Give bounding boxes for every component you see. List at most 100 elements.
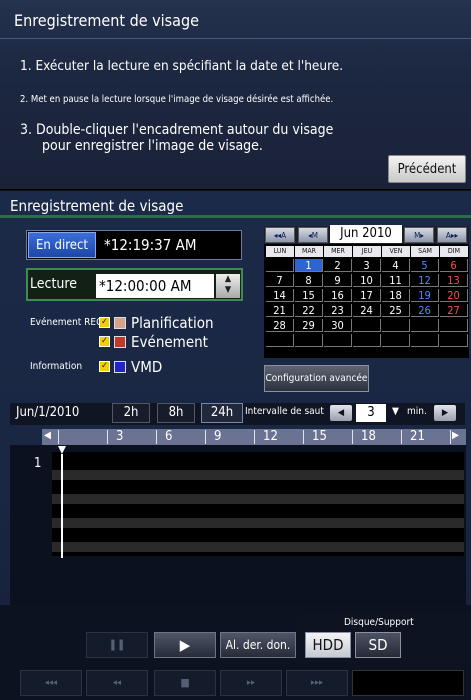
calendar-day[interactable]: 27 bbox=[440, 304, 468, 317]
calendar-day[interactable]: 9 bbox=[324, 274, 352, 287]
hour-tick-label: 6 bbox=[165, 429, 173, 444]
calendar-day[interactable]: 21 bbox=[266, 304, 294, 317]
instructions-title: Enregistrement de visage bbox=[14, 11, 199, 30]
calendar-day bbox=[440, 319, 468, 332]
next-year-button[interactable]: A▸▸ bbox=[437, 227, 467, 243]
spin-down-icon[interactable]: ▼ bbox=[216, 285, 240, 296]
status-display bbox=[352, 670, 464, 696]
playback-time-input[interactable]: *12:00:00 AM bbox=[96, 274, 214, 298]
instruction-step-3: 3. Double-cliquer l'encadrement autour d… bbox=[20, 122, 334, 138]
calendar-day[interactable]: 22 bbox=[295, 304, 323, 317]
calendar-day[interactable]: 29 bbox=[295, 319, 323, 332]
time-spinner[interactable]: ▲ ▼ bbox=[216, 274, 240, 298]
prev-year-button[interactable]: ◂◂A bbox=[265, 227, 295, 243]
scroll-right-icon[interactable]: ▶ bbox=[452, 430, 459, 441]
hour-tick-label: 21 bbox=[410, 429, 425, 444]
previous-button[interactable]: Précédent bbox=[388, 155, 466, 183]
advanced-settings-button[interactable]: Configuration avancée bbox=[264, 365, 369, 392]
hour-tick-label: 12 bbox=[263, 429, 278, 444]
calendar-day[interactable]: 24 bbox=[353, 304, 381, 317]
calendar-day[interactable]: 6 bbox=[440, 259, 468, 272]
last-data-button[interactable]: Al. der. don. bbox=[220, 632, 296, 658]
hdd-button[interactable]: HDD bbox=[305, 632, 351, 658]
spin-up-icon[interactable]: ▲ bbox=[216, 274, 240, 285]
information-label: Information bbox=[30, 361, 83, 372]
planification-label: Planification bbox=[131, 314, 214, 332]
calendar-day[interactable]: 25 bbox=[382, 304, 410, 317]
calendar-day[interactable]: 10 bbox=[353, 274, 381, 287]
jump-increase-button[interactable]: ▶ bbox=[434, 405, 456, 421]
calendar-day[interactable]: 26 bbox=[411, 304, 439, 317]
instruction-step-2: 2. Met en pause la lecture lorsque l'ima… bbox=[20, 94, 334, 105]
calendar-day[interactable]: 12 bbox=[411, 274, 439, 287]
range-2h-button[interactable]: 2h bbox=[112, 403, 150, 423]
planification-checkbox[interactable]: ✓ bbox=[99, 317, 110, 328]
hour-tick-label: 3 bbox=[116, 429, 124, 444]
calendar-day[interactable]: 1 bbox=[295, 259, 323, 272]
hour-tick-mark bbox=[352, 430, 353, 444]
skip-back-button[interactable]: ◂◂◂ bbox=[20, 670, 82, 696]
hour-tick-mark bbox=[254, 430, 255, 444]
calendar-day[interactable]: 17 bbox=[353, 289, 381, 302]
day-header: LUN bbox=[266, 246, 294, 257]
calendar-day[interactable]: 15 bbox=[295, 289, 323, 302]
jump-decrease-button[interactable]: ◀ bbox=[330, 405, 352, 421]
rewind-button[interactable]: ◂◂ bbox=[86, 670, 148, 696]
calendar-day[interactable]: 8 bbox=[295, 274, 323, 287]
jump-interval-label: Intervalle de saut bbox=[245, 406, 324, 417]
calendar-day[interactable]: 16 bbox=[324, 289, 352, 302]
calendar-day bbox=[411, 319, 439, 332]
stop-button[interactable]: ■ bbox=[154, 670, 216, 696]
calendar-day bbox=[266, 259, 294, 272]
calendar-day[interactable]: 18 bbox=[382, 289, 410, 302]
calendar-day[interactable]: 2 bbox=[324, 259, 352, 272]
calendar-day[interactable]: 5 bbox=[411, 259, 439, 272]
play-button[interactable]: ▶ bbox=[154, 632, 216, 658]
calendar-day[interactable]: 28 bbox=[266, 319, 294, 332]
prev-month-button[interactable]: ◂M bbox=[298, 227, 328, 243]
calendar-day[interactable]: 7 bbox=[266, 274, 294, 287]
jump-dropdown-icon[interactable]: ▼ bbox=[392, 406, 399, 417]
disk-label: Disque/Support bbox=[344, 617, 414, 628]
calendar-day[interactable]: 23 bbox=[324, 304, 352, 317]
evenement-label: Evénement bbox=[131, 333, 208, 351]
calendar-day bbox=[353, 319, 381, 332]
timeline-row bbox=[52, 542, 464, 552]
sd-button[interactable]: SD bbox=[355, 632, 401, 658]
hour-tick-label: 18 bbox=[361, 429, 376, 444]
calendar-day bbox=[295, 334, 323, 347]
vmd-checkbox[interactable]: ✓ bbox=[99, 361, 110, 372]
timeline-date: Jun/1/2010 bbox=[16, 405, 80, 420]
calendar-day[interactable]: 3 bbox=[353, 259, 381, 272]
evenement-checkbox[interactable]: ✓ bbox=[99, 336, 110, 347]
calendar-day bbox=[411, 334, 439, 347]
timeline-grid[interactable] bbox=[52, 452, 464, 556]
evenement-color-swatch bbox=[114, 336, 126, 348]
next-month-button[interactable]: M▸ bbox=[404, 227, 434, 243]
skip-forward-button[interactable]: ▸▸▸ bbox=[286, 670, 348, 696]
calendar-day[interactable]: 13 bbox=[440, 274, 468, 287]
channel-number: 1 bbox=[34, 456, 42, 471]
range-8h-button[interactable]: 8h bbox=[157, 403, 195, 423]
jump-interval-value[interactable]: 3 bbox=[356, 404, 386, 422]
hour-tick-mark bbox=[58, 430, 59, 444]
title-divider bbox=[0, 38, 471, 39]
calendar-month: Jun 2010 bbox=[330, 225, 402, 243]
timeline-row bbox=[52, 518, 464, 528]
timeline-cursor-icon[interactable] bbox=[58, 446, 66, 558]
calendar-day[interactable]: 14 bbox=[266, 289, 294, 302]
range-24h-button[interactable]: 24h bbox=[201, 403, 243, 423]
calendar-day[interactable]: 4 bbox=[382, 259, 410, 272]
fast-forward-button[interactable]: ▸▸ bbox=[220, 670, 282, 696]
calendar-day[interactable]: 20 bbox=[440, 289, 468, 302]
rec-event-label: Evénement REC bbox=[30, 317, 103, 328]
hour-tick-mark bbox=[303, 430, 304, 444]
live-time: *12:19:37 AM bbox=[104, 236, 197, 254]
calendar-day[interactable]: 30 bbox=[324, 319, 352, 332]
scroll-left-icon[interactable]: ◀ bbox=[44, 430, 51, 441]
hour-tick-label: 9 bbox=[214, 429, 222, 444]
calendar-day[interactable]: 11 bbox=[382, 274, 410, 287]
calendar-day[interactable]: 19 bbox=[411, 289, 439, 302]
pause-button[interactable]: ❚❚ bbox=[86, 632, 148, 658]
live-button[interactable]: En direct bbox=[28, 232, 96, 258]
